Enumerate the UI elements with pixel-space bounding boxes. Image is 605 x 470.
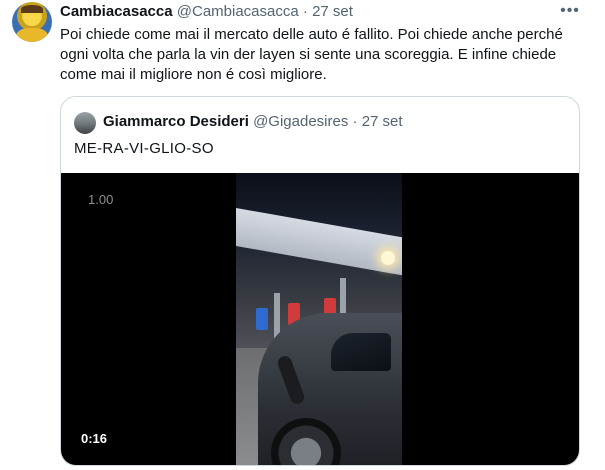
video-player[interactable]: 1.00 0:16 <box>61 173 579 465</box>
tweet-text: Poi chiede come mai il mercato delle aut… <box>60 26 563 83</box>
tweet[interactable]: Cambiacasacca @Cambiacasacca · 27 set ••… <box>0 0 605 470</box>
video-duration: 0:16 <box>81 431 108 446</box>
quoted-tweet-header: Giammarco Desideri @Gigadesires · 27 set <box>103 113 403 131</box>
gas-station-canopy <box>236 206 402 278</box>
more-horizontal-icon[interactable]: ••• <box>560 3 580 19</box>
quoted-tweet[interactable]: Giammarco Desideri @Gigadesires · 27 set… <box>60 96 580 466</box>
car-window <box>331 333 391 371</box>
quoted-tweet-text: ME-RA-VI-GLIO-SO <box>74 140 214 157</box>
video-speed-label: 1.00 <box>88 192 114 207</box>
tweet-date[interactable]: 27 set <box>312 3 353 20</box>
author-handle[interactable]: @Cambiacasacca <box>177 3 299 20</box>
video-frame <box>236 173 402 465</box>
quoted-header-separator: · <box>352 113 358 130</box>
quoted-tweet-date[interactable]: 27 set <box>362 113 403 130</box>
header-separator: · <box>302 3 308 20</box>
fuel-pump <box>256 308 268 330</box>
author-name[interactable]: Cambiacasacca <box>60 3 173 20</box>
quoted-author-avatar[interactable] <box>74 112 96 134</box>
avatar-shirt <box>16 28 48 42</box>
author-avatar[interactable] <box>12 2 52 42</box>
quoted-author-name[interactable]: Giammarco Desideri <box>103 113 249 130</box>
avatar-hair <box>21 5 43 13</box>
tweet-header: Cambiacasacca @Cambiacasacca · 27 set <box>60 3 353 21</box>
canopy-light <box>381 251 395 265</box>
quoted-author-handle[interactable]: @Gigadesires <box>253 113 348 130</box>
